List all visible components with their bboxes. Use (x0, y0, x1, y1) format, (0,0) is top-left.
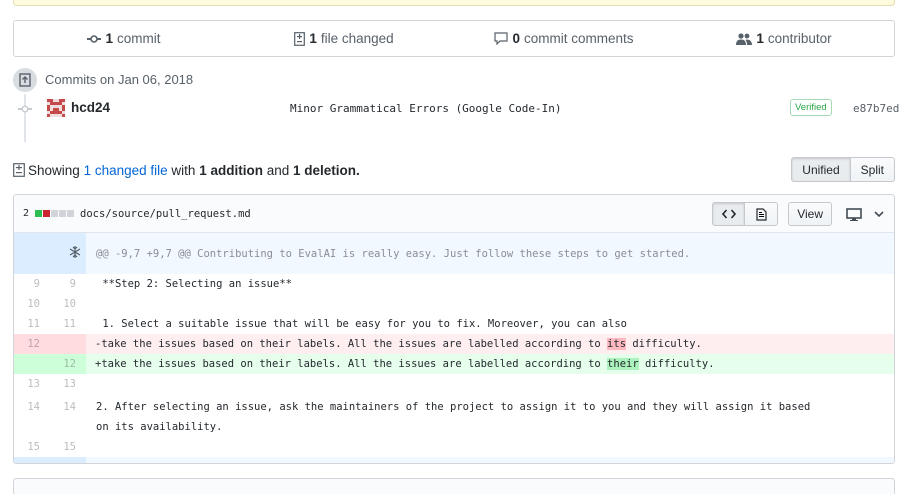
chevron-down-icon[interactable] (874, 210, 884, 218)
comment-box (13, 478, 895, 494)
file-diff: 2 docs/source/pull_request.md View @@ -9… (13, 194, 895, 464)
file-actions: View (712, 202, 884, 226)
comment-icon (494, 32, 509, 45)
changed-files-link[interactable]: 1 changed file (84, 163, 168, 178)
file-diff-icon (13, 163, 25, 177)
commit-icon (87, 34, 102, 43)
commit-group-date: Commits on Jan 06, 2018 (45, 72, 194, 87)
summary-files[interactable]: 1 file changed (234, 31, 454, 46)
diff-line: 10 10 (27, 298, 76, 310)
commit-sha[interactable]: e87b7ed (853, 102, 899, 115)
file-change-count: 2 (23, 208, 30, 219)
monitor-icon[interactable] (846, 207, 862, 221)
diff-line: 13 13 (27, 378, 76, 390)
split-button[interactable]: Split (850, 157, 895, 182)
file-diff-icon (294, 31, 306, 46)
diff-line: 11 11 1. Select a suitable issue that wil… (27, 318, 628, 330)
added-word: their (607, 358, 639, 370)
commits-list: Commits on Jan 06, 2018 hcd24 Minor Gram… (13, 68, 899, 148)
diff-line: 15 15 (27, 441, 76, 453)
hunk-row (14, 457, 894, 463)
people-icon (736, 32, 753, 45)
added-line: 12 +take the issues based on their label… (14, 354, 894, 374)
summary-contributors[interactable]: 1 contributor (674, 31, 894, 46)
deleted-word: its (607, 338, 627, 350)
avatar[interactable] (47, 99, 65, 117)
timeline-line (24, 94, 26, 142)
diff-table: @@ -9,7 +9,7 @@ Contributing to EvalAI i… (14, 233, 894, 463)
diff-line: 14 14 2. After selecting an issue, ask th… (27, 401, 811, 433)
code-icon (721, 209, 736, 219)
flash-banner (13, 0, 895, 6)
expand-icon[interactable] (14, 457, 86, 463)
verified-badge[interactable]: Verified (790, 99, 832, 116)
commit-author[interactable]: hcd24 (71, 100, 110, 115)
source-view-button[interactable] (712, 202, 746, 226)
repo-push-icon (13, 68, 37, 92)
toc-summary: Showing 1 changed file with 1 addition a… (28, 162, 360, 178)
commit-dot-icon (18, 105, 32, 113)
expand-icon[interactable] (14, 233, 86, 274)
diff-toc: Showing 1 changed file with 1 addition a… (13, 157, 895, 182)
summary-commits[interactable]: 1 commit (14, 31, 234, 46)
summary-comments[interactable]: 0 commit comments (454, 31, 674, 46)
commit-summary-bar: 1 commit 1 file changed 0 commit comments 1… (13, 20, 895, 57)
diff-line: 99 **Step 2: Selecting an issue** (33, 278, 292, 290)
view-file-button[interactable]: View (788, 202, 832, 226)
hunk-row: @@ -9,7 +9,7 @@ Contributing to EvalAI i… (14, 233, 894, 274)
unified-button[interactable]: Unified (791, 157, 851, 182)
rich-view-button[interactable] (745, 202, 779, 226)
commit-message[interactable]: Minor Grammatical Errors (Google Code-In… (290, 102, 562, 115)
hunk-header: @@ -9,7 +9,7 @@ Contributing to EvalAI i… (86, 233, 894, 274)
diff-view-toggle: Unified Split (791, 157, 895, 182)
diffstat (35, 210, 75, 217)
file-path[interactable]: docs/source/pull_request.md (80, 208, 251, 220)
file-text-icon (756, 207, 767, 221)
file-header: 2 docs/source/pull_request.md View (14, 195, 894, 233)
deleted-line: 12 -take the issues based on their label… (14, 334, 894, 354)
